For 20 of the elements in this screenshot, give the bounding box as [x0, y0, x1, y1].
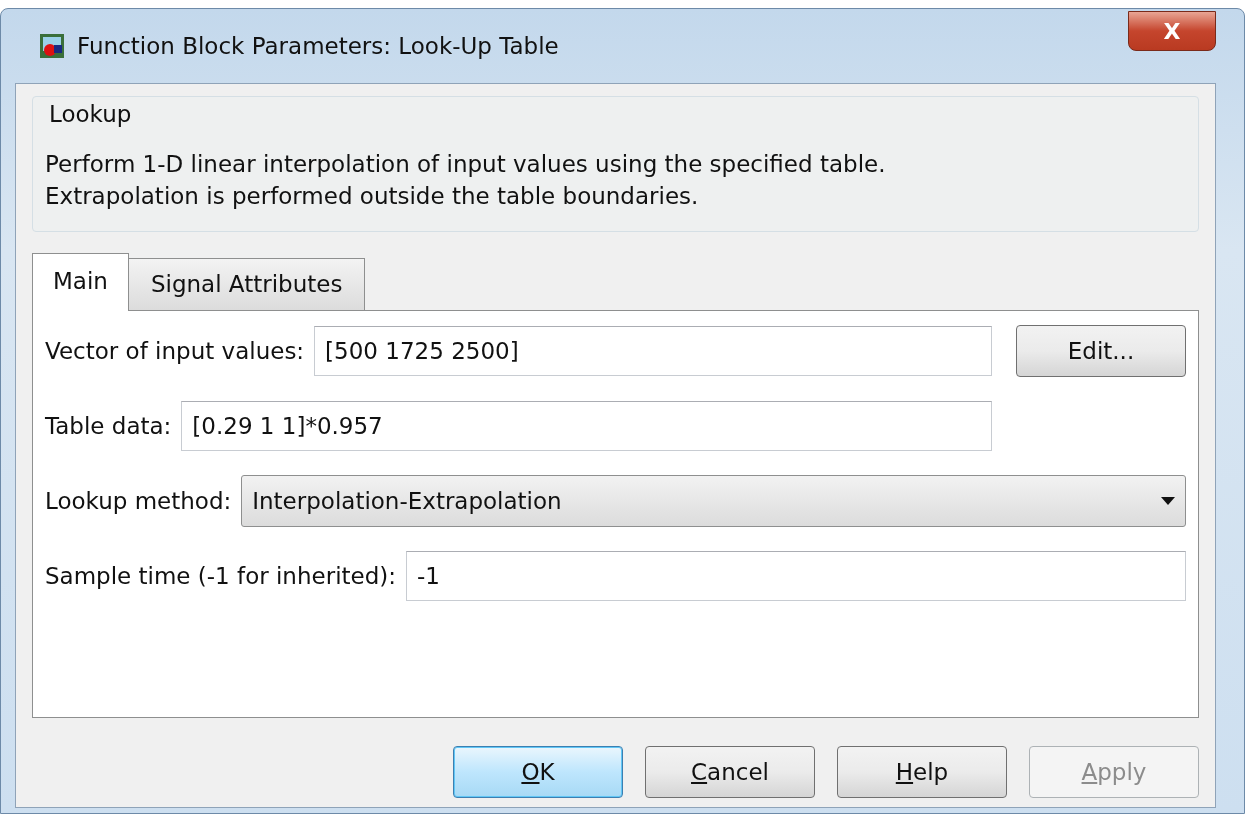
description-text: Perform 1-D linear interpolation of input values using the specified table. Extrapolation is performed outside the table boundaries.: [45, 149, 887, 212]
field-label: Lookup method:: [45, 486, 232, 516]
window-title: Function Block Parameters: Look-Up Table: [77, 31, 559, 61]
edit-button[interactable]: Edit...: [1016, 324, 1186, 377]
dialog-button[interactable]: Help: [837, 745, 1007, 798]
field-label: Table data:: [45, 411, 172, 441]
block-icon: [39, 33, 65, 59]
close-button[interactable]: X: [1128, 11, 1216, 51]
dialog-button[interactable]: Cancel: [645, 745, 815, 798]
field-label: Vector of input values:: [45, 336, 305, 366]
dialog-button[interactable]: OK: [453, 745, 623, 798]
input-field[interactable]: [500 1725 2500]: [314, 325, 992, 376]
caret-icon: [1161, 496, 1175, 505]
group-title: Lookup: [48, 100, 133, 129]
tab[interactable]: Signal Attributes: [127, 258, 366, 310]
dropdown[interactable]: Interpolation-Extrapolation: [241, 474, 1186, 527]
field-label: Sample time (-1 for inherited):: [45, 561, 396, 591]
input-field[interactable]: [0.29 1 1]*0.957: [181, 400, 992, 451]
input-field[interactable]: -1: [406, 550, 1186, 601]
tab[interactable]: Main: [32, 253, 129, 311]
